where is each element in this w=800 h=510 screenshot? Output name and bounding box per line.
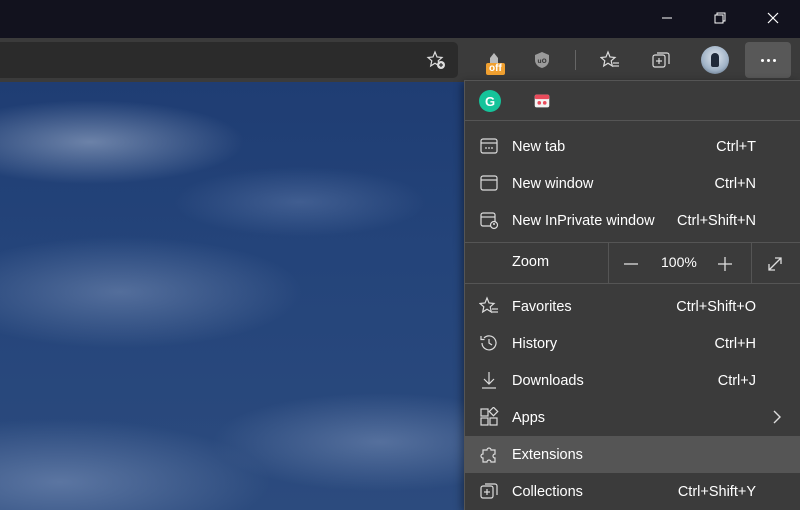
browser-toolbar: uO: [0, 38, 800, 82]
restore-icon: [714, 12, 726, 24]
menu-item-new-inprivate-window[interactable]: New InPrivate window Ctrl+Shift+N: [465, 202, 800, 239]
extension-off-badge: off: [486, 63, 505, 75]
menu-separator: [465, 283, 800, 284]
settings-menu: G New tab Ctrl+T New window Ctrl+N New I…: [464, 80, 800, 510]
new-window-icon: [479, 173, 499, 193]
restore-button[interactable]: [697, 0, 743, 36]
download-icon: [479, 370, 499, 390]
history-icon: [479, 333, 499, 353]
collections-icon: [479, 481, 499, 501]
more-dots-icon: [760, 58, 764, 62]
menu-item-extensions[interactable]: Extensions: [465, 436, 800, 473]
menu-item-history[interactable]: History Ctrl+H: [465, 325, 800, 362]
chevron-right-icon: [773, 410, 781, 424]
profile-avatar[interactable]: [701, 46, 729, 74]
inprivate-icon: [479, 210, 499, 230]
zoom-label: Zoom: [512, 254, 550, 270]
address-bar[interactable]: [0, 42, 458, 78]
menu-zoom-row: Zoom 100%: [465, 243, 800, 283]
menu-item-new-window[interactable]: New window Ctrl+N: [465, 165, 800, 202]
expand-diagonal-icon: [768, 257, 782, 271]
fullscreen-button[interactable]: [764, 253, 786, 275]
menu-extensions-row: G: [465, 81, 800, 121]
favorites-list-icon: [600, 50, 619, 68]
minimize-button[interactable]: [644, 0, 690, 36]
zoom-out-button[interactable]: [620, 253, 642, 275]
favorites-icon: [478, 296, 499, 316]
menu-item-new-tab[interactable]: New tab Ctrl+T: [465, 128, 800, 165]
title-bar: [0, 0, 800, 38]
close-window-button[interactable]: [750, 0, 796, 36]
zoom-in-button[interactable]: [714, 253, 736, 275]
menu-item-favorites[interactable]: Favorites Ctrl+Shift+O: [465, 288, 800, 325]
pdf-extension-icon[interactable]: [531, 90, 553, 112]
settings-and-more-button[interactable]: [745, 42, 791, 78]
zoom-level: 100%: [661, 254, 697, 270]
collections-icon: [652, 52, 670, 68]
ublock-extension-button[interactable]: uO: [526, 44, 558, 76]
shield-icon: uO: [535, 52, 549, 68]
toolbar-separator: [575, 50, 576, 70]
favorites-button[interactable]: [594, 44, 626, 76]
new-tab-icon: [479, 136, 499, 156]
grammarly-icon[interactable]: G: [479, 90, 501, 112]
close-icon: [767, 12, 779, 24]
minus-icon: [624, 263, 638, 265]
collections-button[interactable]: [645, 44, 677, 76]
star-plus-icon: [426, 50, 445, 69]
apps-icon: [479, 406, 499, 427]
add-favorite-button[interactable]: [420, 44, 452, 76]
menu-item-collections[interactable]: Collections Ctrl+Shift+Y: [465, 473, 800, 510]
svg-text:uO: uO: [537, 58, 546, 65]
plus-icon: [718, 257, 732, 271]
menu-item-downloads[interactable]: Downloads Ctrl+J: [465, 362, 800, 399]
menu-item-apps[interactable]: Apps: [465, 399, 800, 436]
puzzle-icon: [479, 444, 499, 464]
minimize-icon: [662, 17, 672, 19]
